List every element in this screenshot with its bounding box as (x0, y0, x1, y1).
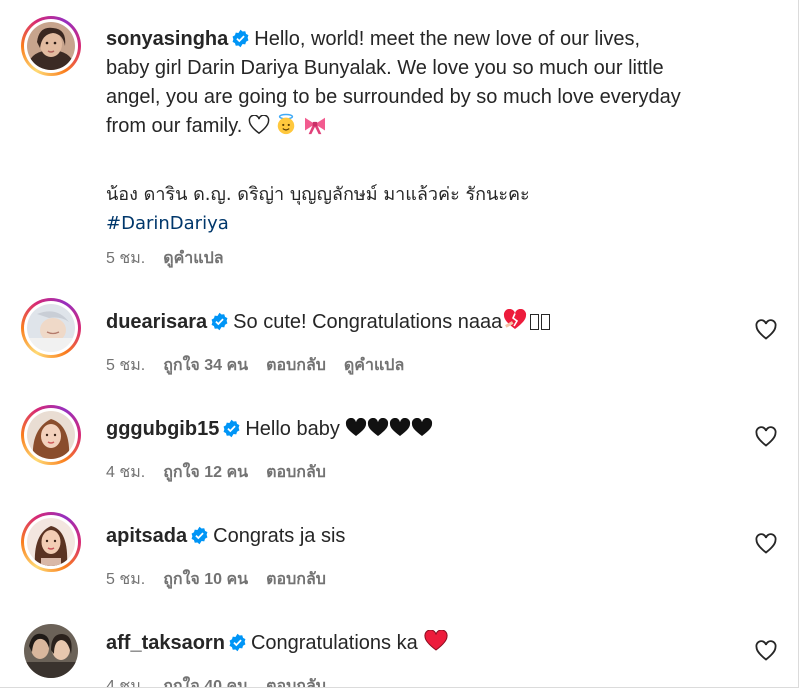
comment-time[interactable]: 4 ชม. (106, 678, 145, 687)
avatar[interactable] (24, 624, 78, 678)
caption-meta: 5 ชม. ดูคำแปล (106, 246, 242, 271)
caption-line-3: angel, you are going to be surrounded by… (106, 86, 681, 108)
comment-body: Congrats ja sis (213, 525, 346, 547)
caption-username[interactable]: sonyasingha (106, 28, 228, 50)
comment-meta: 4 ชม. ถูกใจ 12 คน ตอบกลับ (106, 460, 344, 485)
ring-gap (24, 515, 78, 569)
avatar-image (27, 22, 75, 70)
ribbon-emoji-icon (305, 117, 326, 135)
missing-glyph-icon (530, 314, 540, 330)
avatar-image (24, 624, 78, 678)
translate-link[interactable]: ดูคำแปล (344, 357, 404, 374)
likes-count[interactable]: ถูกใจ 10 คน (163, 571, 248, 588)
comment-body: Hello baby (245, 418, 340, 440)
reply-button[interactable]: ตอบกลับ (266, 571, 326, 588)
ring-gap (24, 408, 78, 462)
mending-heart-emoji-icon (504, 309, 527, 329)
ring-gap (24, 19, 78, 73)
comment-time[interactable]: 5 ชม. (106, 357, 145, 374)
caption-text: sonyasingha Hello, world! meet the new lo… (106, 25, 746, 141)
like-heart-icon[interactable] (754, 639, 778, 663)
red-heart-emoji-icon (424, 630, 448, 651)
like-heart-icon[interactable] (754, 318, 778, 342)
comment-text: duearisara So cute! Congratulations naaa (106, 308, 746, 337)
black-hearts-emoji-icon (346, 418, 433, 436)
story-ring[interactable] (21, 512, 81, 572)
verified-badge-icon (232, 29, 249, 48)
comment-username[interactable]: duearisara (106, 311, 207, 333)
caption-time[interactable]: 5 ชม. (106, 250, 145, 267)
angel-emoji-icon (278, 113, 295, 135)
comment-text: apitsada Congrats ja sis (106, 522, 746, 551)
caption-translate-link[interactable]: ดูคำแปล (163, 250, 223, 267)
verified-badge-icon (191, 526, 208, 545)
like-heart-icon[interactable] (754, 425, 778, 449)
avatar (27, 411, 75, 459)
reply-button[interactable]: ตอบกลับ (266, 357, 326, 374)
ring-gap (24, 301, 78, 355)
verified-badge-icon (211, 312, 228, 331)
comment-meta: 5 ชม. ถูกใจ 34 คน ตอบกลับ ดูคำแปล (106, 353, 422, 378)
reply-button[interactable]: ตอบกลับ (266, 678, 326, 687)
comments-panel: sonyasingha Hello, world! meet the new lo… (0, 0, 799, 688)
caption-thai-text: น้อง ดาริน ด.ญ. ดริญ่า บุญญลักษม์ มาแล้ว… (106, 180, 746, 238)
comment-username[interactable]: aff_taksaorn (106, 632, 225, 654)
comment-text: aff_taksaorn Congratulations ka (106, 629, 746, 658)
caption-line-2: baby girl Darin Dariya Bunyalak. We love… (106, 57, 664, 79)
verified-badge-icon (229, 633, 246, 652)
avatar-image (27, 518, 75, 566)
likes-count[interactable]: ถูกใจ 40 คน (163, 678, 248, 687)
comment-text: gggubgib15 Hello baby (106, 415, 746, 444)
verified-badge-icon (223, 419, 240, 438)
likes-count[interactable]: ถูกใจ 34 คน (163, 357, 248, 374)
comment-username[interactable]: gggubgib15 (106, 418, 219, 440)
reply-button[interactable]: ตอบกลับ (266, 464, 326, 481)
avatar-image (27, 411, 75, 459)
comment-username[interactable]: apitsada (106, 525, 187, 547)
story-ring[interactable] (21, 405, 81, 465)
caption-thai-line: น้อง ดาริน ด.ญ. ดริญ่า บุญญลักษม์ มาแล้ว… (106, 184, 530, 205)
avatar (27, 304, 75, 352)
caption-line-1: Hello, world! meet the new love of our l… (254, 28, 640, 50)
comment-meta: 5 ชม. ถูกใจ 10 คน ตอบกลับ (106, 567, 344, 592)
comment-body: So cute! Congratulations naaa (233, 311, 503, 333)
like-heart-icon[interactable] (754, 532, 778, 556)
white-heart-emoji-icon (248, 115, 270, 135)
story-ring[interactable] (21, 16, 81, 76)
missing-glyph-icon (541, 314, 551, 330)
avatar (27, 518, 75, 566)
avatar (27, 22, 75, 70)
story-ring[interactable] (21, 298, 81, 358)
comment-time[interactable]: 5 ชม. (106, 571, 145, 588)
comment-body: Congratulations ka (250, 632, 418, 654)
comment-time[interactable]: 4 ชม. (106, 464, 145, 481)
hashtag-link[interactable]: #DarinDariya (106, 213, 229, 234)
likes-count[interactable]: ถูกใจ 12 คน (163, 464, 248, 481)
avatar-image (27, 304, 75, 352)
caption-line-4: from our family. (106, 115, 243, 137)
comment-meta: 4 ชม. ถูกใจ 40 คน ตอบกลับ (106, 674, 344, 687)
